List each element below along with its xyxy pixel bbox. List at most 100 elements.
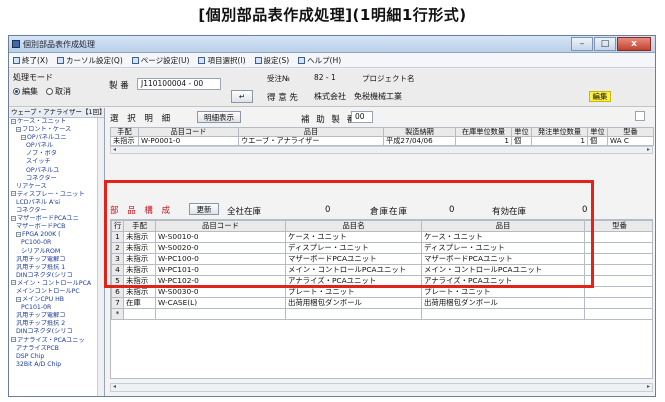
- tree-item[interactable]: OPパネル: [9, 142, 104, 150]
- tree-item[interactable]: − メインCPU HB: [9, 296, 104, 304]
- table-row[interactable]: 1 未指示 W-S0010-0 ケース・ユニット ケース・ユニット: [111, 231, 652, 243]
- column-header[interactable]: 型番: [584, 220, 652, 232]
- tree-item[interactable]: − FPGA 200K (: [9, 231, 104, 239]
- table-cell[interactable]: 未指示: [123, 275, 156, 287]
- menu-page-settings[interactable]: ページ設定(U): [131, 55, 189, 66]
- tree-item[interactable]: − ケース・ユニット: [9, 118, 104, 126]
- tree-item[interactable]: − OPパネルユニ: [9, 134, 104, 142]
- table-cell[interactable]: 6: [111, 286, 124, 298]
- table-cell[interactable]: ディスプレー・ユニット: [421, 242, 585, 254]
- menu-item-select[interactable]: 項目選択(I): [198, 55, 246, 66]
- tree-item[interactable]: 汎用チップ電解コ: [9, 312, 104, 320]
- table-cell[interactable]: メイン・コントロールPCAユニット: [285, 264, 422, 276]
- column-header[interactable]: 品目: [421, 220, 585, 232]
- part-number-field[interactable]: J110100004 - 00: [137, 78, 221, 90]
- table-cell[interactable]: 在庫: [123, 297, 156, 309]
- supplement-field[interactable]: 00: [351, 111, 373, 123]
- update-button[interactable]: 更新: [189, 203, 219, 215]
- table-cell[interactable]: ディスプレー・ユニット: [285, 242, 422, 254]
- tree-expander-icon[interactable]: −: [16, 231, 21, 237]
- tree-item[interactable]: ノブ・ボタ: [9, 150, 104, 158]
- tree-item[interactable]: OPパネルユ: [9, 167, 104, 175]
- table-cell[interactable]: 平成27/04/06: [383, 136, 456, 146]
- table-cell[interactable]: 未指示: [123, 253, 156, 265]
- table-cell[interactable]: 7: [111, 297, 124, 309]
- table-cell[interactable]: 1: [111, 231, 124, 243]
- mode-edit-radio[interactable]: [13, 88, 20, 95]
- column-header[interactable]: 品目: [238, 127, 384, 137]
- detail-display-button[interactable]: 明細表示: [197, 111, 241, 123]
- tree-item[interactable]: PC101-0R: [9, 304, 104, 312]
- table-cell[interactable]: 5: [111, 275, 124, 287]
- tree-item[interactable]: − アナライズ・PCAユニッ: [9, 337, 104, 345]
- column-header[interactable]: 在庫単位数量: [455, 127, 512, 137]
- table-row[interactable]: *: [111, 308, 652, 320]
- menu-settings[interactable]: 設定(S): [254, 55, 289, 66]
- table-row[interactable]: 6 未指示 W-S0030-0 プレート・ユニット プレート・ユニット: [111, 286, 652, 298]
- column-header[interactable]: 製造納期: [383, 127, 456, 137]
- table-cell[interactable]: 未指示: [123, 264, 156, 276]
- table-cell[interactable]: 4: [111, 264, 124, 276]
- table-row[interactable]: 未指示 W-P0001-0 ウエーブ・アナライザー 平成27/04/06 1 個 1 個 WA …: [110, 136, 654, 146]
- table-cell[interactable]: ウエーブ・アナライザー: [238, 136, 384, 146]
- table-cell[interactable]: *: [111, 308, 124, 320]
- composition-hscrollbar[interactable]: ◂ ▸: [110, 383, 653, 392]
- column-header[interactable]: 品目コード: [155, 220, 286, 232]
- tree-item[interactable]: シリアルROM: [9, 248, 104, 256]
- tree-item[interactable]: コネクター: [9, 207, 104, 215]
- tree-header[interactable]: ウェーブ・アナライザー【1回】: [9, 108, 104, 118]
- table-cell[interactable]: アナライズ・PCAユニット: [421, 275, 585, 287]
- table-cell[interactable]: [584, 297, 652, 309]
- table-cell[interactable]: 1: [455, 136, 512, 146]
- table-cell[interactable]: 2: [111, 242, 124, 254]
- column-header[interactable]: 行: [111, 220, 124, 232]
- table-cell[interactable]: [421, 308, 585, 320]
- table-cell[interactable]: [123, 308, 156, 320]
- selection-hscrollbar[interactable]: ◂ ▸: [110, 146, 653, 154]
- tree-expander-icon[interactable]: −: [11, 191, 16, 197]
- enter-button[interactable]: ↵: [231, 90, 253, 103]
- menu-cursor-settings[interactable]: カーソル設定(Q): [57, 55, 123, 66]
- table-cell[interactable]: W-PC102-0: [155, 275, 286, 287]
- table-cell[interactable]: アナライズ・PCAユニット: [285, 275, 422, 287]
- tree-expander-icon[interactable]: −: [16, 126, 21, 132]
- column-header[interactable]: 手配: [123, 220, 156, 232]
- tree-item[interactable]: 汎用チップ抵抗 1: [9, 264, 104, 272]
- supplement-checkbox[interactable]: [635, 111, 645, 121]
- table-cell[interactable]: W-PC101-0: [155, 264, 286, 276]
- maximize-button[interactable]: □: [594, 37, 616, 51]
- table-cell[interactable]: [584, 308, 652, 320]
- tree-expander-icon[interactable]: −: [16, 296, 21, 302]
- tree-item[interactable]: LCDパネル A'si: [9, 199, 104, 207]
- table-row[interactable]: 3 未指示 W-PC100-0 マザーボードPCAユニット マザーボードPCAユニット: [111, 253, 652, 265]
- tree-item[interactable]: − マザーボードPCAユニ: [9, 215, 104, 223]
- table-cell[interactable]: ケース・ユニット: [285, 231, 422, 243]
- tree-item[interactable]: アナライズPCB: [9, 345, 104, 353]
- table-cell[interactable]: W-S0020-0: [155, 242, 286, 254]
- minimize-button[interactable]: –: [571, 37, 593, 51]
- table-cell[interactable]: 個: [511, 136, 532, 146]
- table-cell[interactable]: 出荷用梱包ダンボール: [285, 297, 422, 309]
- scroll-left-icon[interactable]: ◂: [113, 383, 116, 390]
- tree-item[interactable]: 汎用チップ電解コ: [9, 256, 104, 264]
- table-cell[interactable]: マザーボードPCAユニット: [285, 253, 422, 265]
- table-cell[interactable]: [584, 286, 652, 298]
- tree-item[interactable]: − ディスプレー・ユニット: [9, 191, 104, 199]
- scroll-right-icon[interactable]: ▸: [647, 383, 650, 390]
- table-cell[interactable]: W-P0001-0: [138, 136, 239, 146]
- table-cell[interactable]: プレート・ユニット: [285, 286, 422, 298]
- table-cell[interactable]: W-CASE(L): [155, 297, 286, 309]
- table-cell[interactable]: ケース・ユニット: [421, 231, 585, 243]
- column-header[interactable]: 発注単位数量: [531, 127, 588, 137]
- table-row[interactable]: 7 在庫 W-CASE(L) 出荷用梱包ダンボール 出荷用梱包ダンボール: [111, 297, 652, 309]
- table-cell[interactable]: [584, 275, 652, 287]
- menu-help[interactable]: ヘルプ(H): [298, 55, 341, 66]
- table-row[interactable]: 5 未指示 W-PC102-0 アナライズ・PCAユニット アナライズ・PCAユニット: [111, 275, 652, 287]
- table-row[interactable]: 4 未指示 W-PC101-0 メイン・コントロールPCAユニット メイン・コントロール…: [111, 264, 652, 276]
- scroll-left-icon[interactable]: ◂: [113, 146, 116, 153]
- menu-exit[interactable]: 終了(X): [13, 55, 48, 66]
- table-cell[interactable]: 出荷用梱包ダンボール: [421, 297, 585, 309]
- table-cell[interactable]: W-S0010-0: [155, 231, 286, 243]
- table-cell[interactable]: WA C: [607, 136, 654, 146]
- table-cell[interactable]: マザーボードPCAユニット: [421, 253, 585, 265]
